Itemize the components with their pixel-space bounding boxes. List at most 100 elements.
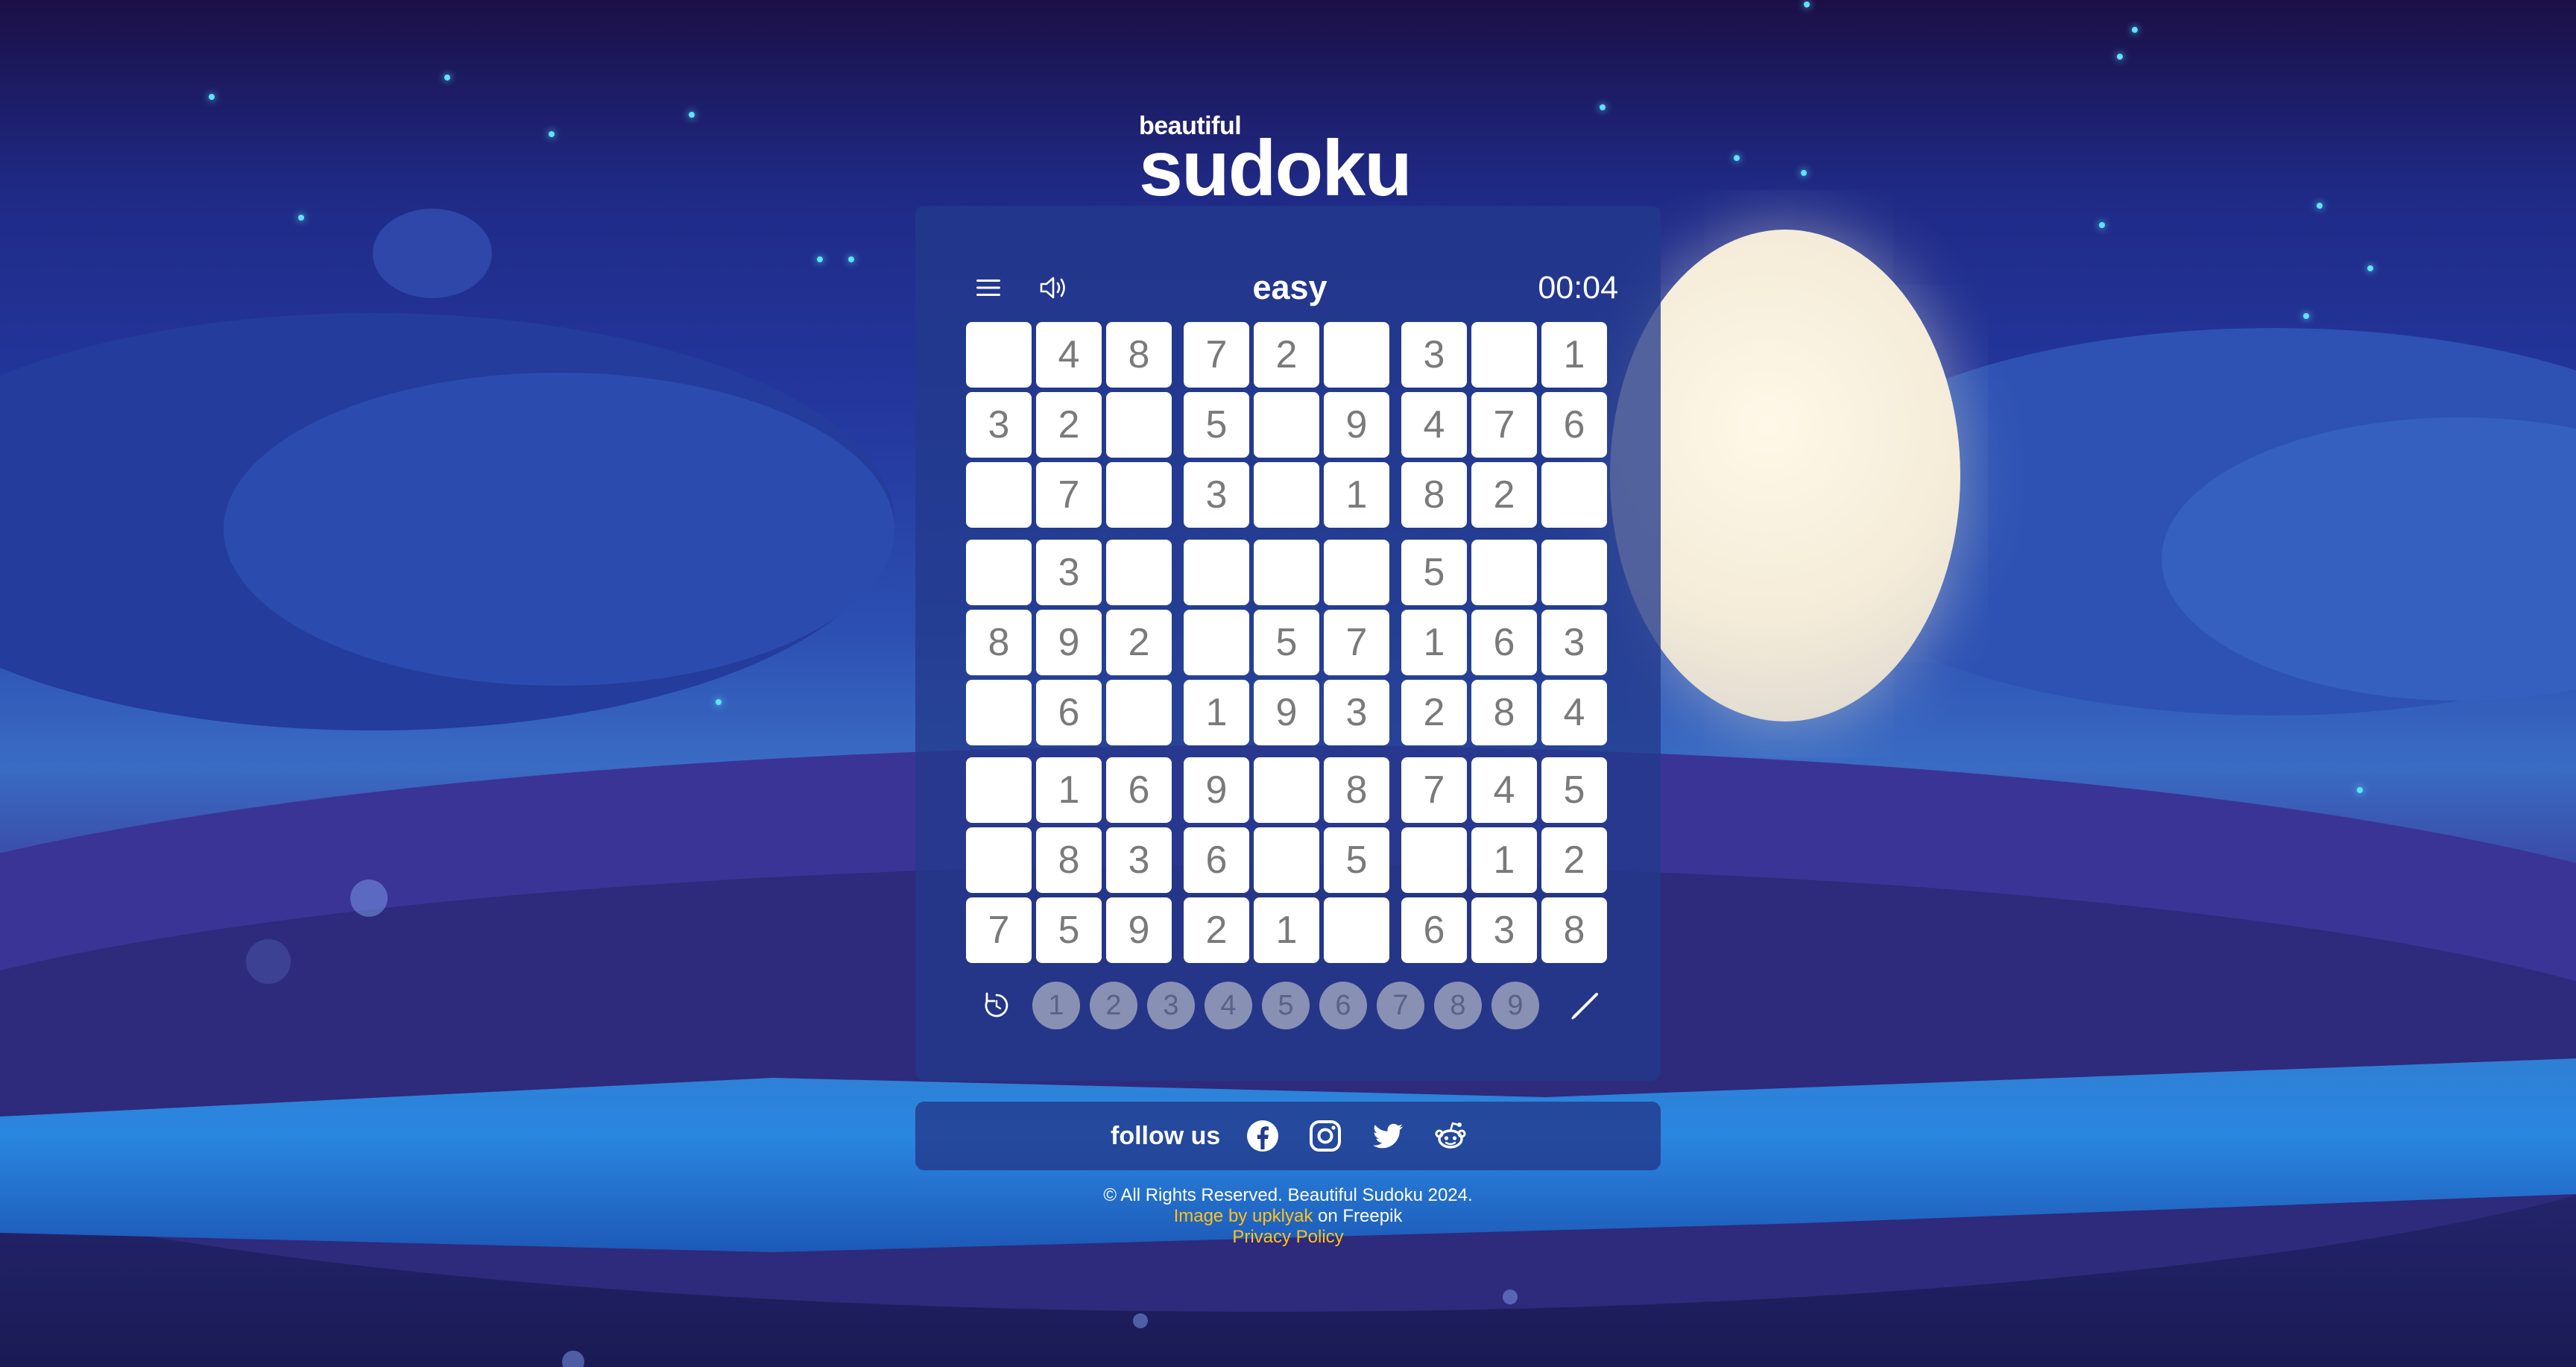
sudoku-cell[interactable] <box>1541 462 1607 528</box>
sudoku-cell[interactable]: 3 <box>1184 462 1249 528</box>
sudoku-cell[interactable]: 3 <box>1324 680 1389 745</box>
privacy-policy-link[interactable]: Privacy Policy <box>915 1227 1661 1248</box>
sudoku-cell[interactable] <box>1106 540 1172 605</box>
sudoku-cell[interactable]: 6 <box>1541 392 1607 458</box>
sudoku-cell[interactable]: 8 <box>1324 757 1389 823</box>
sudoku-cell[interactable]: 1 <box>1401 610 1467 675</box>
sudoku-cell[interactable]: 3 <box>1471 897 1537 963</box>
sudoku-cell[interactable]: 9 <box>1106 897 1172 963</box>
sudoku-cell[interactable] <box>1106 392 1172 458</box>
sudoku-cell[interactable]: 8 <box>1401 462 1467 528</box>
sudoku-cell[interactable] <box>966 757 1032 823</box>
sudoku-cell[interactable]: 7 <box>1324 610 1389 675</box>
reddit-icon[interactable] <box>1433 1118 1468 1154</box>
sudoku-cell[interactable]: 1 <box>1036 757 1102 823</box>
pencil-icon[interactable] <box>1570 988 1603 1021</box>
sudoku-cell[interactable]: 6 <box>1036 680 1102 745</box>
number-button[interactable]: 8 <box>1434 982 1482 1029</box>
number-button[interactable]: 2 <box>1090 982 1137 1029</box>
number-button[interactable]: 9 <box>1491 982 1539 1029</box>
sudoku-cell[interactable]: 9 <box>1184 757 1249 823</box>
sudoku-cell[interactable]: 2 <box>1471 462 1537 528</box>
sudoku-cell[interactable]: 2 <box>1541 827 1607 893</box>
sudoku-cell[interactable] <box>1324 540 1389 605</box>
sudoku-cell[interactable]: 2 <box>1106 610 1172 675</box>
sudoku-cell[interactable]: 9 <box>1254 680 1319 745</box>
sudoku-cell[interactable]: 3 <box>966 392 1032 458</box>
sudoku-cell[interactable]: 8 <box>1541 897 1607 963</box>
sudoku-cell[interactable]: 3 <box>1036 540 1102 605</box>
sudoku-cell[interactable] <box>1254 540 1319 605</box>
number-button[interactable]: 7 <box>1377 982 1424 1029</box>
sudoku-cell[interactable] <box>1254 462 1319 528</box>
sudoku-cell[interactable] <box>1254 757 1319 823</box>
sudoku-cell[interactable]: 8 <box>1471 680 1537 745</box>
sudoku-cell[interactable]: 5 <box>1184 392 1249 458</box>
sudoku-cell[interactable]: 7 <box>1401 757 1467 823</box>
sudoku-cell[interactable]: 8 <box>1036 827 1102 893</box>
sudoku-cell[interactable]: 7 <box>1036 462 1102 528</box>
sudoku-cell[interactable]: 8 <box>1106 322 1172 388</box>
sudoku-cell[interactable] <box>966 827 1032 893</box>
facebook-icon[interactable] <box>1245 1118 1281 1154</box>
sudoku-cell[interactable]: 2 <box>1254 322 1319 388</box>
sudoku-cell[interactable]: 1 <box>1471 827 1537 893</box>
sudoku-cell[interactable] <box>1541 540 1607 605</box>
sudoku-cell[interactable]: 3 <box>1106 827 1172 893</box>
sudoku-cell[interactable] <box>1106 680 1172 745</box>
sudoku-cell[interactable] <box>1254 827 1319 893</box>
sudoku-cell[interactable]: 4 <box>1036 322 1102 388</box>
footer: © All Rights Reserved. Beautiful Sudoku … <box>915 1185 1661 1248</box>
twitter-icon[interactable] <box>1370 1118 1406 1154</box>
sudoku-cell[interactable]: 3 <box>1401 322 1467 388</box>
sudoku-cell[interactable]: 5 <box>1254 610 1319 675</box>
sudoku-cell[interactable]: 4 <box>1401 392 1467 458</box>
sudoku-cell[interactable]: 1 <box>1184 680 1249 745</box>
sudoku-cell[interactable]: 4 <box>1471 757 1537 823</box>
sudoku-cell[interactable]: 2 <box>1184 897 1249 963</box>
instagram-icon[interactable] <box>1307 1118 1343 1154</box>
sudoku-cell[interactable]: 1 <box>1324 462 1389 528</box>
number-button[interactable]: 5 <box>1262 982 1310 1029</box>
sudoku-cell[interactable]: 7 <box>1471 392 1537 458</box>
number-button[interactable]: 1 <box>1032 982 1080 1029</box>
sudoku-cell[interactable]: 6 <box>1184 827 1249 893</box>
sudoku-cell[interactable] <box>966 540 1032 605</box>
sudoku-cell[interactable]: 1 <box>1541 322 1607 388</box>
sudoku-cell[interactable]: 3 <box>1541 610 1607 675</box>
sudoku-cell[interactable]: 6 <box>1401 897 1467 963</box>
sudoku-cell[interactable]: 6 <box>1106 757 1172 823</box>
sudoku-cell[interactable]: 7 <box>966 897 1032 963</box>
sudoku-cell[interactable]: 5 <box>1401 540 1467 605</box>
sudoku-cell[interactable] <box>966 462 1032 528</box>
sudoku-cell[interactable]: 4 <box>1541 680 1607 745</box>
sudoku-cell[interactable]: 9 <box>1036 610 1102 675</box>
sudoku-cell[interactable] <box>966 680 1032 745</box>
image-credit-link[interactable]: Image by upklyak <box>1174 1206 1313 1226</box>
number-button[interactable]: 4 <box>1205 982 1252 1029</box>
sudoku-cell[interactable]: 9 <box>1324 392 1389 458</box>
sudoku-cell[interactable] <box>1324 322 1389 388</box>
number-button[interactable]: 3 <box>1147 982 1195 1029</box>
sudoku-cell[interactable]: 2 <box>1401 680 1467 745</box>
sudoku-cell[interactable]: 7 <box>1184 322 1249 388</box>
sudoku-cell[interactable] <box>1184 610 1249 675</box>
sudoku-cell[interactable] <box>1184 540 1249 605</box>
sudoku-cell[interactable] <box>966 322 1032 388</box>
sudoku-cell[interactable]: 6 <box>1471 610 1537 675</box>
sudoku-cell[interactable]: 8 <box>966 610 1032 675</box>
sudoku-cell[interactable]: 5 <box>1324 827 1389 893</box>
number-button[interactable]: 6 <box>1319 982 1367 1029</box>
sudoku-cell[interactable] <box>1471 322 1537 388</box>
sudoku-cell[interactable] <box>1324 897 1389 963</box>
follow-bar: follow us <box>915 1102 1661 1170</box>
undo-icon[interactable] <box>981 990 1012 1021</box>
sudoku-cell[interactable] <box>1471 540 1537 605</box>
sudoku-cell[interactable]: 5 <box>1036 897 1102 963</box>
sudoku-cell[interactable]: 2 <box>1036 392 1102 458</box>
sudoku-cell[interactable] <box>1254 392 1319 458</box>
sudoku-cell[interactable]: 1 <box>1254 897 1319 963</box>
sudoku-cell[interactable] <box>1401 827 1467 893</box>
sudoku-cell[interactable]: 5 <box>1541 757 1607 823</box>
sudoku-cell[interactable] <box>1106 462 1172 528</box>
